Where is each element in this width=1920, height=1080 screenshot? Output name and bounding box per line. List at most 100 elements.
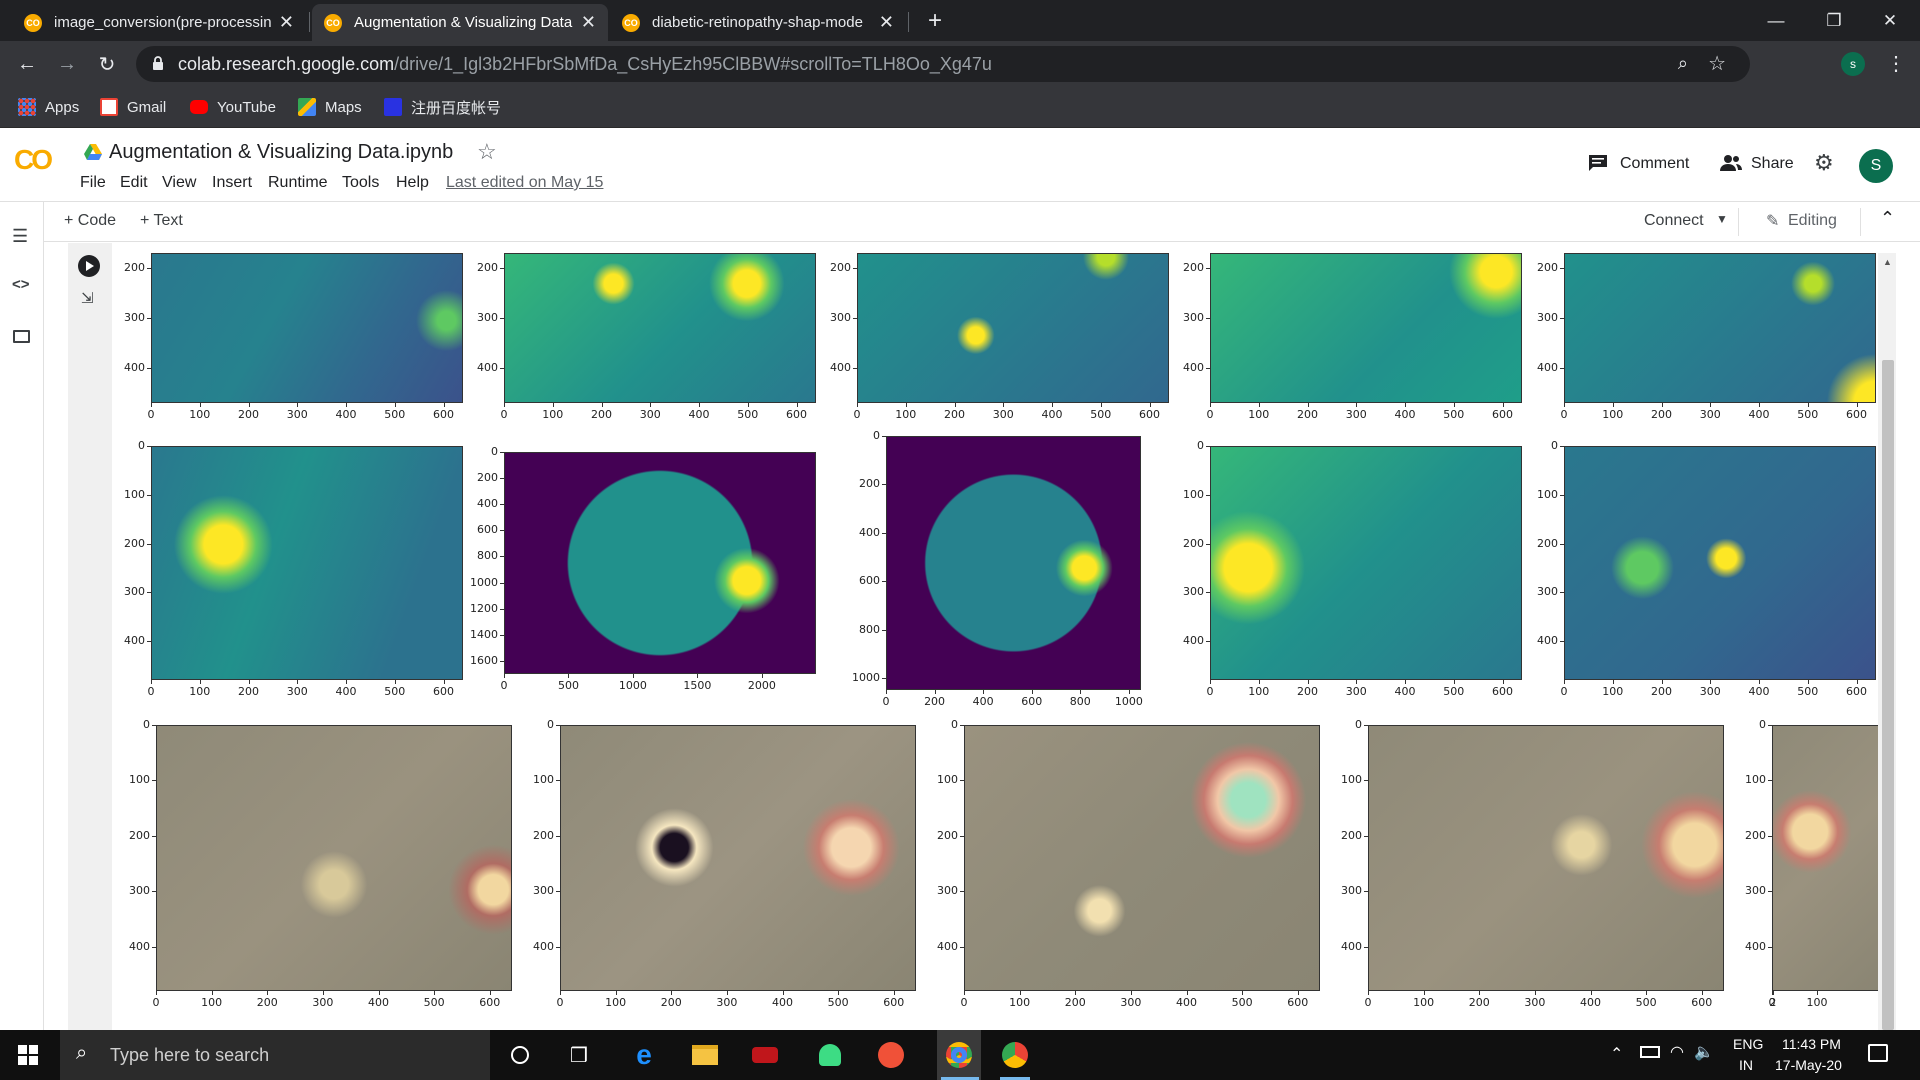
tab-image-conversion[interactable]: CO image_conversion(pre-processing ✕	[12, 4, 306, 41]
x-tick-mark	[1453, 680, 1455, 684]
colab-logo[interactable]: CO	[14, 144, 53, 176]
share-button[interactable]: Share	[1751, 155, 1794, 173]
game-app-icon[interactable]	[748, 1038, 782, 1072]
menu-tools[interactable]: Tools	[342, 174, 379, 192]
bookmark-youtube[interactable]: YouTube	[190, 95, 276, 119]
add-text-cell-button[interactable]: + Text	[140, 212, 183, 230]
address-bar[interactable]: colab.research.google.com/drive/1_Igl3b2…	[136, 46, 1750, 82]
volume-icon[interactable]: 🔈	[1694, 1042, 1714, 1062]
y-tick-label: 200	[477, 471, 498, 485]
tray-overflow-icon[interactable]: ⌃	[1610, 1044, 1623, 1064]
editing-mode-button[interactable]: Editing	[1788, 212, 1837, 230]
menu-edit[interactable]: Edit	[120, 174, 148, 192]
chrome-taskbar-second[interactable]	[998, 1038, 1032, 1072]
close-tab-icon[interactable]: ✕	[581, 12, 596, 33]
x-tick-label: 100	[189, 408, 211, 421]
menu-file[interactable]: File	[80, 174, 106, 192]
android-studio-icon[interactable]	[813, 1038, 847, 1072]
reload-button[interactable]: ↻	[92, 49, 122, 79]
comment-button[interactable]: Comment	[1620, 155, 1689, 173]
y-tick-label: 200	[533, 828, 554, 842]
y-tick-label: 300	[830, 311, 851, 324]
bookmark-maps[interactable]: Maps	[298, 95, 362, 119]
wifi-icon[interactable]: ◠	[1670, 1042, 1684, 1062]
y-tick-mark	[853, 368, 857, 369]
y-tick-mark	[960, 891, 964, 893]
bookmark-gmail[interactable]: Gmail	[100, 95, 166, 119]
last-edited-link[interactable]: Last edited on May 15	[446, 174, 603, 192]
close-tab-icon[interactable]: ✕	[279, 12, 294, 33]
scroll-up-arrow[interactable]: ▲	[1883, 257, 1892, 267]
bookmark-baidu[interactable]: 注册百度帐号	[384, 95, 501, 119]
close-tab-icon[interactable]: ✕	[879, 12, 894, 33]
y-tick-mark	[556, 835, 560, 837]
menu-insert[interactable]: Insert	[212, 174, 252, 192]
chrome-taskbar-active[interactable]	[937, 1030, 981, 1080]
forward-button[interactable]: →	[52, 49, 82, 79]
google-drive-icon	[84, 144, 102, 160]
x-tick-mark	[1210, 680, 1211, 684]
account-avatar[interactable]: S	[1859, 149, 1893, 183]
star-notebook-icon[interactable]: ☆	[477, 139, 497, 165]
close-window-button[interactable]: ✕	[1864, 0, 1916, 41]
battery-icon[interactable]	[1640, 1046, 1660, 1058]
y-tick-mark	[1206, 543, 1210, 545]
y-tick-label: 400	[1537, 361, 1558, 374]
y-tick-mark	[1206, 446, 1210, 447]
run-cell-button[interactable]	[78, 255, 100, 277]
x-tick-label: 100	[201, 996, 223, 1009]
clock-time[interactable]: 11:43 PM	[1782, 1036, 1841, 1052]
taskbar-search-box[interactable]: ⌕ Type here to search	[60, 1030, 490, 1080]
task-view-icon[interactable]: ❒	[562, 1038, 596, 1072]
y-tick-label: 1000	[852, 670, 880, 684]
collapse-header-icon[interactable]: ⌃	[1880, 208, 1895, 229]
y-tick-mark	[152, 835, 156, 837]
language-indicator-bottom[interactable]: IN	[1739, 1057, 1753, 1073]
edge-browser-icon[interactable]: e	[627, 1038, 661, 1072]
y-tick-mark	[1560, 446, 1564, 447]
x-tick-mark	[1564, 680, 1565, 684]
files-folder-icon[interactable]	[13, 330, 30, 343]
scrollbar-thumb[interactable]	[1882, 360, 1894, 1030]
retina-plot-row1-1	[151, 253, 463, 403]
tab-augmentation[interactable]: CO Augmentation & Visualizing Data ✕	[312, 4, 608, 41]
x-tick-label: 0	[1560, 685, 1568, 698]
y-tick-mark	[1768, 835, 1772, 837]
y-tick-mark	[500, 318, 504, 319]
output-options-icon[interactable]: ⇲	[81, 289, 94, 307]
code-snippets-icon[interactable]: <>	[12, 276, 30, 293]
x-tick-label: 2	[1769, 996, 1777, 1009]
y-tick-mark	[1364, 835, 1368, 837]
y-tick-label: 300	[533, 884, 554, 898]
notifications-icon[interactable]	[1868, 1044, 1888, 1062]
chrome-menu-icon[interactable]: ⋮	[1886, 51, 1906, 76]
retina-plot-row2-1	[151, 446, 463, 680]
tab-diabetic-retinopathy[interactable]: CO diabetic-retinopathy-shap-mode ✕	[610, 4, 906, 41]
profile-avatar[interactable]: s	[1841, 52, 1865, 76]
minimize-window-button[interactable]: —	[1750, 0, 1802, 41]
windows-start-icon[interactable]	[18, 1045, 38, 1065]
back-button[interactable]: ←	[12, 49, 42, 79]
notebook-title[interactable]: Augmentation & Visualizing Data.ipynb	[109, 141, 453, 164]
connect-dropdown-icon[interactable]: ▼	[1716, 212, 1728, 226]
swift-app-icon[interactable]	[874, 1038, 908, 1072]
y-tick-label: 800	[859, 622, 880, 636]
clock-date[interactable]: 17-May-20	[1775, 1057, 1842, 1073]
menu-runtime[interactable]: Runtime	[268, 174, 328, 192]
connect-button[interactable]: Connect	[1644, 212, 1704, 230]
restore-window-button[interactable]: ❐	[1808, 0, 1860, 41]
new-tab-button[interactable]: +	[910, 0, 960, 41]
x-tick-mark	[1003, 403, 1005, 407]
language-indicator-top[interactable]: ENG	[1733, 1036, 1763, 1052]
bookmark-star-icon[interactable]: ☆	[1708, 51, 1726, 76]
add-code-cell-button[interactable]: + Code	[64, 212, 116, 230]
menu-view[interactable]: View	[162, 174, 196, 192]
file-explorer-icon[interactable]	[688, 1038, 722, 1072]
zoom-icon[interactable]: ⌕	[1678, 53, 1688, 74]
cortana-icon[interactable]	[503, 1038, 537, 1072]
table-of-contents-icon[interactable]: ☰	[12, 226, 28, 247]
x-tick-mark	[322, 991, 324, 995]
settings-gear-icon[interactable]: ⚙	[1814, 150, 1834, 176]
bookmark-apps[interactable]: Apps	[18, 95, 79, 119]
menu-help[interactable]: Help	[396, 174, 429, 192]
